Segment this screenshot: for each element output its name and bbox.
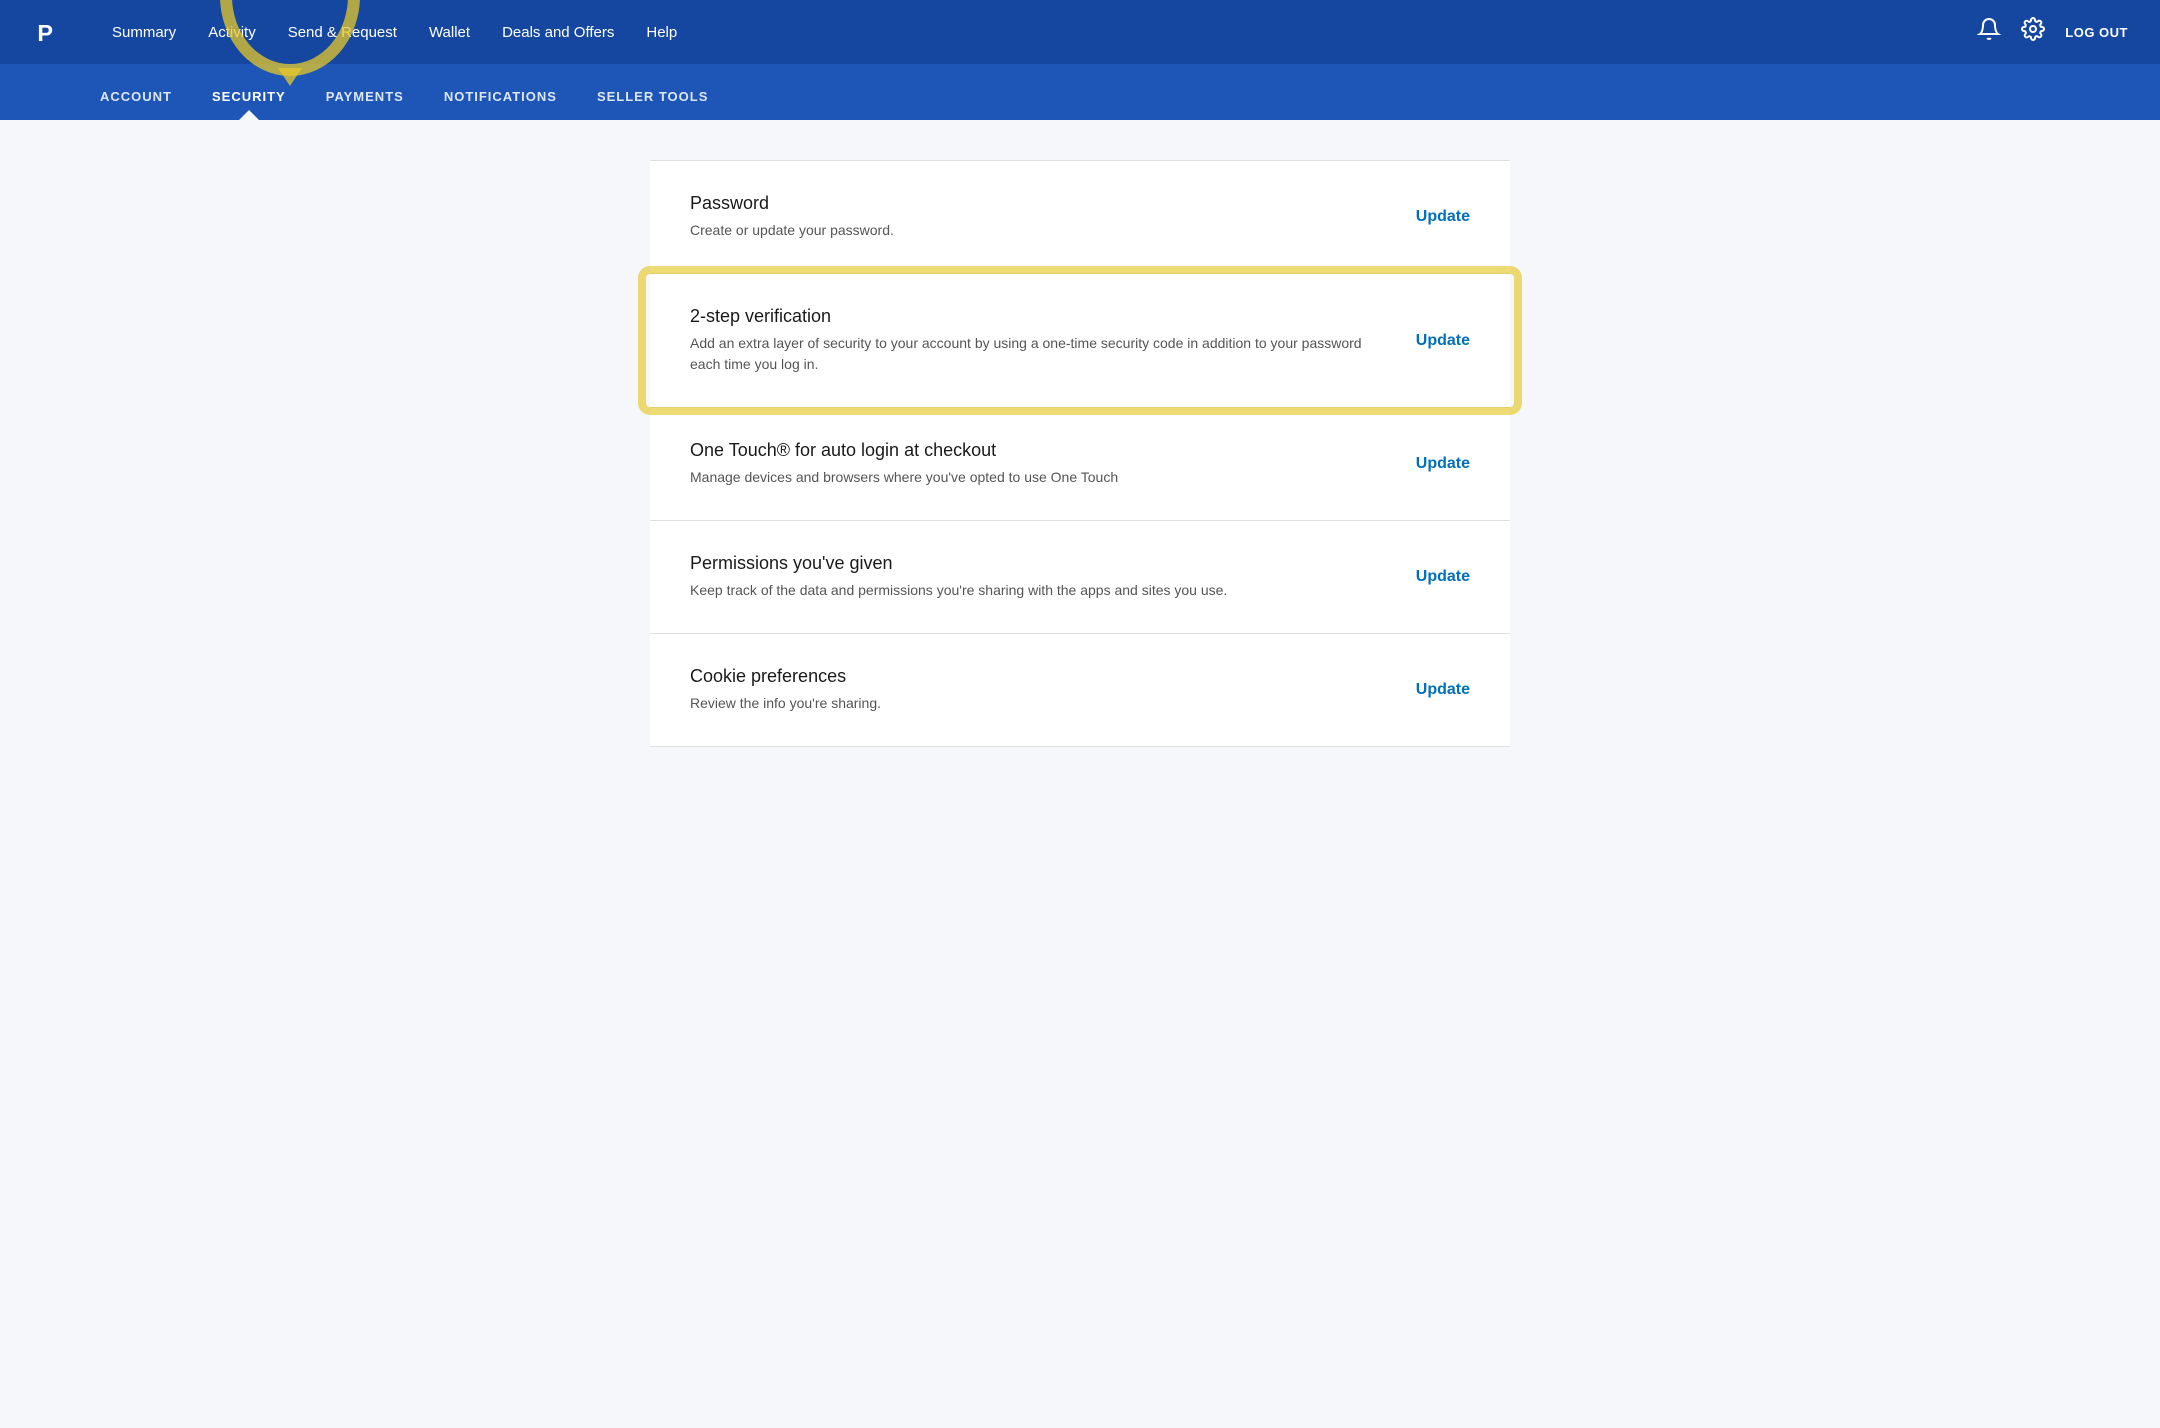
nav-right-actions: LOG OUT [1977, 17, 2128, 47]
two-step-description: Add an extra layer of security to your a… [690, 333, 1370, 375]
password-update-button[interactable]: Update [1416, 208, 1470, 226]
one-touch-title: One Touch® for auto login at checkout [690, 440, 1118, 461]
security-item-password: Password Create or update your password.… [650, 160, 1510, 274]
security-item-cookie: Cookie preferences Review the info you'r… [650, 634, 1510, 747]
two-step-update-button[interactable]: Update [1416, 332, 1470, 350]
nav-help[interactable]: Help [634, 16, 689, 49]
permissions-update-button[interactable]: Update [1416, 568, 1470, 586]
cookie-text-block: Cookie preferences Review the info you'r… [690, 666, 881, 714]
permissions-description: Keep track of the data and permissions y… [690, 580, 1227, 601]
subnav-seller-tools[interactable]: SELLER TOOLS [577, 73, 728, 120]
permissions-title: Permissions you've given [690, 553, 1227, 574]
nav-send-request[interactable]: Send & Request [276, 16, 409, 49]
subnav-notifications[interactable]: NOTIFICATIONS [424, 73, 577, 120]
top-navigation: P Summary Activity Send & Request Wallet… [0, 0, 2160, 64]
two-step-title: 2-step verification [690, 306, 1370, 327]
subnav-security[interactable]: SECURITY [192, 73, 306, 120]
nav-summary[interactable]: Summary [100, 16, 188, 49]
cookie-update-button[interactable]: Update [1416, 681, 1470, 699]
security-item-permissions: Permissions you've given Keep track of t… [650, 521, 1510, 634]
subnav-payments[interactable]: PAYMENTS [306, 73, 424, 120]
security-item-two-step: 2-step verification Add an extra layer o… [650, 274, 1510, 408]
sub-nav-wrapper: ACCOUNT SECURITY PAYMENTS NOTIFICATIONS … [0, 64, 2160, 120]
notifications-icon[interactable] [1977, 17, 2001, 47]
main-content: Password Create or update your password.… [630, 120, 1530, 787]
two-step-text-block: 2-step verification Add an extra layer o… [690, 306, 1370, 375]
security-item-one-touch: One Touch® for auto login at checkout Ma… [650, 408, 1510, 521]
sub-navigation: ACCOUNT SECURITY PAYMENTS NOTIFICATIONS … [0, 64, 2160, 120]
paypal-logo[interactable]: P [32, 14, 68, 50]
password-description: Create or update your password. [690, 220, 894, 241]
nav-activity[interactable]: Activity [196, 16, 268, 49]
settings-icon[interactable] [2021, 17, 2045, 47]
password-title: Password [690, 193, 894, 214]
svg-text:P: P [37, 20, 53, 46]
one-touch-text-block: One Touch® for auto login at checkout Ma… [690, 440, 1118, 488]
nav-wallet[interactable]: Wallet [417, 16, 482, 49]
one-touch-update-button[interactable]: Update [1416, 455, 1470, 473]
cookie-title: Cookie preferences [690, 666, 881, 687]
cookie-description: Review the info you're sharing. [690, 693, 881, 714]
nav-deals[interactable]: Deals and Offers [490, 16, 626, 49]
subnav-account[interactable]: ACCOUNT [80, 73, 192, 120]
password-text-block: Password Create or update your password. [690, 193, 894, 241]
one-touch-description: Manage devices and browsers where you've… [690, 467, 1118, 488]
permissions-text-block: Permissions you've given Keep track of t… [690, 553, 1227, 601]
main-nav-links: Summary Activity Send & Request Wallet D… [100, 16, 1977, 49]
logout-button[interactable]: LOG OUT [2065, 25, 2128, 40]
